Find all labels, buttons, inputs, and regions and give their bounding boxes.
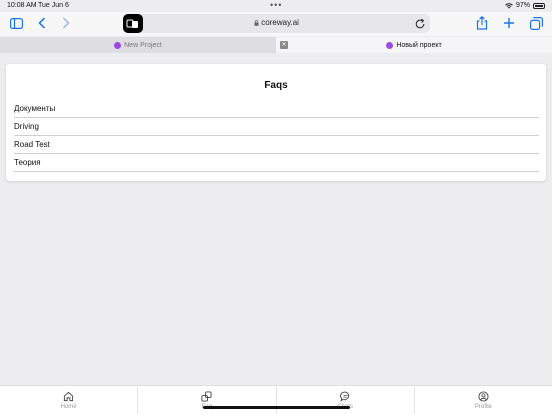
tab-favicon-icon — [386, 41, 394, 49]
browser-toolbar: coreway.ai — [0, 12, 552, 36]
status-time: 10:08 AM — [7, 2, 37, 9]
tab-label: New Project — [124, 41, 162, 49]
new-tab-icon[interactable] — [501, 15, 517, 31]
tab-label: Новый проект — [396, 41, 442, 49]
tab-new-project[interactable]: New Project — [0, 37, 276, 53]
battery-percent: 97% — [515, 2, 530, 9]
reload-icon[interactable] — [414, 17, 426, 29]
wifi-icon — [505, 2, 513, 9]
nav-home[interactable]: Home — [0, 386, 139, 414]
tab-favicon-icon — [114, 41, 122, 49]
forward-icon[interactable] — [58, 15, 74, 31]
faq-item-documents[interactable]: Документы — [14, 100, 539, 118]
chat-icon — [339, 391, 349, 402]
status-right: 97% — [505, 2, 545, 9]
faq-item-road-test[interactable]: Road Test — [14, 136, 539, 154]
url-label: coreway.ai — [261, 18, 299, 27]
faq-item-driving[interactable]: Driving — [14, 118, 539, 136]
home-icon — [64, 391, 74, 401]
close-tab-icon[interactable]: ✕ — [280, 41, 288, 49]
sidebar-icon[interactable] — [8, 15, 24, 31]
address-bar[interactable]: coreway.ai — [123, 14, 430, 33]
share-icon[interactable] — [474, 15, 490, 31]
multitask-dots-icon[interactable]: ••• — [270, 0, 282, 10]
faq-icon — [201, 390, 212, 402]
url-text: coreway.ai — [123, 18, 430, 27]
home-indicator[interactable] — [203, 406, 350, 409]
tab-strip: New Project ✕ Новый проект — [0, 37, 552, 53]
nav-faq[interactable]: Faq — [138, 386, 277, 414]
tabs-overview-icon[interactable] — [528, 15, 544, 31]
nav-label: Home — [60, 403, 77, 410]
battery-icon — [533, 2, 545, 9]
nav-chats[interactable]: Chats — [277, 386, 415, 414]
tab-novyi-proekt[interactable]: ✕ Новый проект — [276, 37, 552, 53]
faq-item-theory[interactable]: Теория — [14, 154, 539, 172]
lock-icon — [254, 20, 259, 26]
faq-card: Faqs Документы Driving Road Test Теория — [6, 64, 546, 181]
nav-profile[interactable]: Profile — [415, 386, 552, 414]
profile-icon — [478, 390, 489, 402]
back-icon[interactable] — [34, 15, 50, 31]
bottom-nav: Home Faq Chats Profile — [0, 385, 552, 414]
status-bar: 10:08 AM Tue Jun 6 ••• 97% — [0, 0, 552, 12]
page-title: Faqs — [264, 80, 288, 91]
status-date: Tue Jun 6 — [38, 2, 69, 9]
faq-list: Документы Driving Road Test Теория — [14, 100, 539, 172]
nav-label: Profile — [474, 403, 492, 410]
